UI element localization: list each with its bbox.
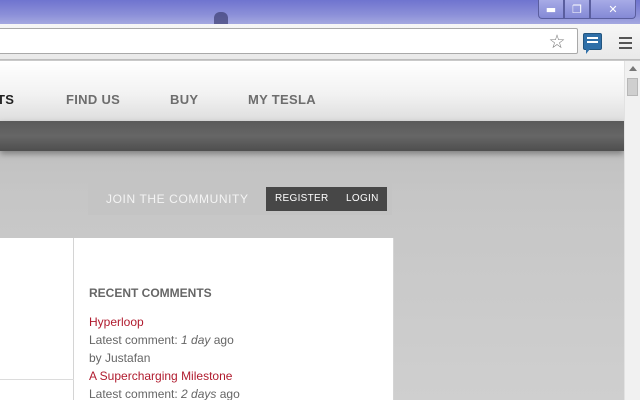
- web-page: TS FIND US BUY MY TESLA JOIN THE COMMUNI…: [0, 61, 624, 400]
- register-button[interactable]: REGISTER: [275, 193, 329, 204]
- vertical-scrollbar[interactable]: [624, 61, 640, 400]
- restore-button[interactable]: ❐: [564, 0, 590, 19]
- comment-link-hyperloop[interactable]: Hyperloop: [89, 315, 144, 329]
- close-button[interactable]: ✕: [590, 0, 636, 19]
- address-bar[interactable]: ☆: [0, 28, 578, 54]
- browser-toolbar: ☆: [0, 24, 640, 60]
- comment-author: by Justafan: [89, 351, 151, 365]
- comment-meta: Latest comment: 1 day ago: [89, 333, 234, 347]
- bookmark-star-icon[interactable]: ☆: [547, 32, 567, 52]
- scrollbar-thumb[interactable]: [627, 78, 638, 96]
- recent-comments-panel: RECENT COMMENTS Hyperloop Latest comment…: [74, 238, 394, 400]
- nav-item-find-us[interactable]: FIND US: [66, 92, 120, 107]
- auth-buttons: REGISTER LOGIN: [266, 187, 387, 211]
- nav-item-ts[interactable]: TS: [0, 92, 14, 107]
- scroll-up-arrow-icon[interactable]: [629, 66, 637, 71]
- minimize-button[interactable]: ▬: [538, 0, 564, 19]
- comment-link-supercharging[interactable]: A Supercharging Milestone: [89, 369, 232, 383]
- login-button[interactable]: LOGIN: [346, 193, 379, 204]
- nav-item-buy[interactable]: BUY: [170, 92, 198, 107]
- nav-item-my-tesla[interactable]: MY TESLA: [248, 92, 316, 107]
- main-content-card: [0, 238, 74, 400]
- recent-comments-title: RECENT COMMENTS: [89, 286, 212, 300]
- community-bar: JOIN THE COMMUNITY REGISTER LOGIN: [88, 182, 392, 215]
- window-controls: ▬ ❐ ✕: [538, 0, 636, 19]
- community-label: JOIN THE COMMUNITY: [106, 192, 249, 206]
- secondary-nav-bar: [0, 121, 624, 151]
- site-nav: TS FIND US BUY MY TESLA: [0, 61, 624, 121]
- titlebar-decoration: [214, 12, 228, 24]
- divider: [0, 379, 74, 380]
- comment-meta: Latest comment: 2 days ago: [89, 387, 240, 400]
- hamburger-menu-icon[interactable]: [619, 37, 632, 49]
- comment-extension-icon[interactable]: [583, 33, 602, 54]
- window-titlebar: ▬ ❐ ✕: [0, 0, 640, 24]
